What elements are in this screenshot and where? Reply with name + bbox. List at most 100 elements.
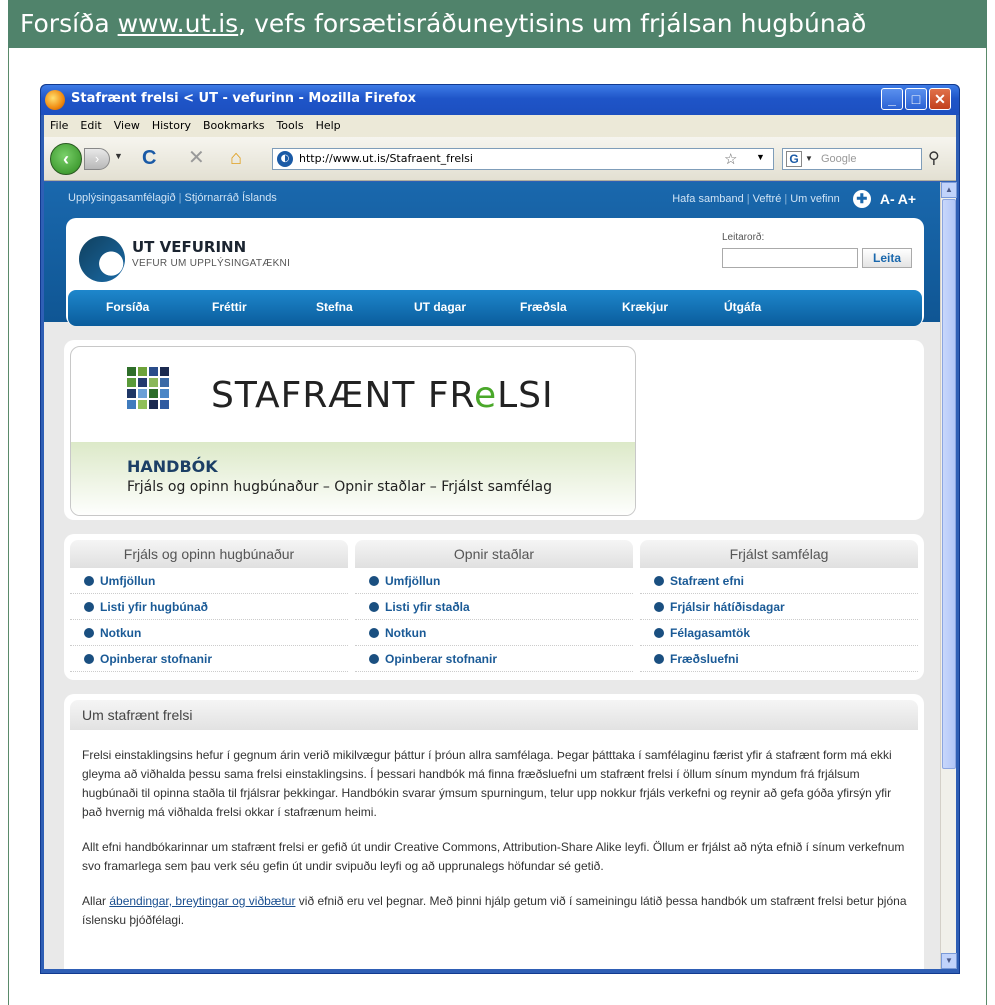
list-item[interactable]: Opinberar stofnanir (355, 646, 633, 672)
slide-title-url[interactable]: www.ut.is (118, 9, 239, 38)
close-button[interactable]: ✕ (929, 88, 951, 110)
handbook-subtitle: Frjáls og opinn hugbúnaður – Opnir staðl… (127, 479, 552, 495)
stafraent-frelsi-banner[interactable]: STAFRÆNT FReLSI HANDBÓK Frjáls og opinn … (70, 346, 636, 516)
back-button[interactable]: ‹ (50, 143, 82, 175)
nav-fraedsla[interactable]: Fræðsla (520, 300, 567, 314)
feedback-link[interactable]: ábendingar, breytingar og viðbætur (109, 894, 295, 908)
firefox-logo-icon (45, 90, 65, 110)
logo-subtitle: VEFUR UM UPPLÝSINGATÆKNI (132, 258, 291, 269)
site-search-button[interactable]: Leita (862, 248, 912, 268)
url-dropdown-icon[interactable]: ▼ (756, 152, 765, 162)
nav-utgafa[interactable]: Útgáfa (724, 300, 761, 314)
topbar-link-veftre[interactable]: Veftré (753, 193, 782, 205)
slide-title: Forsíða www.ut.is, vefs forsætisráðuneyt… (8, 0, 987, 48)
engine-dropdown-icon[interactable]: ▼ (805, 149, 813, 169)
banner-card: STAFRÆNT FReLSI HANDBÓK Frjáls og opinn … (64, 340, 924, 520)
site-header: UT VEFURINN VEFUR UM UPPLÝSINGATÆKNI Lei… (66, 218, 924, 326)
scroll-down-icon[interactable]: ▼ (941, 953, 957, 969)
column-heading: Frjálst samfélag (640, 540, 918, 568)
bullet-arrow-icon (369, 627, 379, 638)
menu-help[interactable]: Help (310, 115, 347, 132)
menu-tools[interactable]: Tools (270, 115, 309, 132)
forward-button[interactable]: › (84, 148, 110, 170)
menu-bookmarks[interactable]: Bookmarks (197, 115, 270, 132)
font-increase-button[interactable]: A+ (898, 191, 916, 207)
nav-frettir[interactable]: Fréttir (212, 300, 247, 314)
menu-edit[interactable]: Edit (74, 115, 107, 132)
scrollbar-thumb[interactable] (942, 199, 956, 769)
slide: Forsíða www.ut.is, vefs forsætisráðuneyt… (0, 0, 995, 1005)
bookmark-star-icon[interactable]: ☆ (724, 150, 737, 168)
column-heading: Opnir staðlar (355, 540, 633, 568)
stop-icon[interactable]: ✕ (188, 147, 205, 169)
list-item[interactable]: Frjálsir hátíðisdagar (640, 594, 918, 620)
search-bar[interactable]: G ▼ Google (782, 148, 922, 170)
about-paragraph-2: Allt efni handbókarinnar um stafrænt fre… (82, 840, 905, 873)
handbook-title: HANDBÓK (127, 457, 218, 476)
nav-stefna[interactable]: Stefna (316, 300, 353, 314)
list-item[interactable]: Listi yfir staðla (355, 594, 633, 620)
page-viewport: Upplýsingasamfélagið | Stjórnarráð Íslands… (44, 182, 940, 969)
history-dropdown-icon[interactable]: ▼ (114, 151, 123, 161)
about-paragraph-1: Frelsi einstaklingsins hefur í gegnum ár… (82, 748, 892, 819)
list-item[interactable]: Félagasamtök (640, 620, 918, 646)
nav-ut-dagar[interactable]: UT dagar (414, 300, 466, 314)
list-item[interactable]: Stafrænt efni (640, 568, 918, 594)
list-item[interactable]: Notkun (355, 620, 633, 646)
bullet-arrow-icon (654, 601, 664, 612)
list-item[interactable]: Opinberar stofnanir (70, 646, 348, 672)
home-icon[interactable]: ⌂ (230, 147, 242, 169)
nav-forsida[interactable]: Forsíða (106, 300, 149, 314)
bullet-arrow-icon (84, 627, 94, 638)
menu-file[interactable]: File (44, 115, 74, 132)
bullet-arrow-icon (654, 627, 664, 638)
topbar-link-upplysingasamfelagid[interactable]: Upplýsingasamfélagið (68, 192, 176, 204)
nav-kraekjur[interactable]: Krækjur (622, 300, 668, 314)
maximize-button[interactable]: □ (905, 88, 927, 110)
ut-logo-icon[interactable] (79, 236, 125, 282)
site-search-label: Leitarorð: (722, 232, 765, 243)
column-heading: Frjáls og opinn hugbúnaður (70, 540, 348, 568)
url-bar[interactable]: ◐ http://www.ut.is/Stafraent_frelsi (272, 148, 774, 170)
topics-card: Frjáls og opinn hugbúnaður Umfjöllun Lis… (64, 534, 924, 680)
topbar-link-hafa-samband[interactable]: Hafa samband (672, 193, 744, 205)
about-card: Um stafrænt frelsi Frelsi einstaklingsin… (64, 694, 924, 969)
banner-title: STAFRÆNT FReLSI (211, 375, 554, 416)
topic-column-stadlar: Opnir staðlar Umfjöllun Listi yfir staðl… (355, 540, 633, 676)
window-titlebar[interactable]: Stafrænt frelsi < UT - vefurinn - Mozill… (41, 85, 959, 115)
bullet-arrow-icon (654, 575, 664, 586)
menu-bar: File Edit View History Bookmarks Tools Help (44, 115, 956, 137)
list-item[interactable]: Fræðsluefni (640, 646, 918, 672)
bullet-arrow-icon (84, 601, 94, 612)
font-decrease-button[interactable]: A- (880, 191, 895, 207)
about-heading: Um stafrænt frelsi (70, 700, 918, 730)
list-item[interactable]: Listi yfir hugbúnað (70, 594, 348, 620)
window-title: Stafrænt frelsi < UT - vefurinn - Mozill… (71, 91, 417, 106)
search-placeholder: Google (821, 153, 857, 165)
topbar-link-um-vefinn[interactable]: Um vefinn (790, 193, 840, 205)
google-engine-icon[interactable]: G (786, 151, 802, 167)
topbar-link-stjornarrad[interactable]: Stjórnarráð Íslands (184, 192, 276, 204)
main-navigation: Forsíða Fréttir Stefna UT dagar Fræðsla … (68, 290, 922, 326)
topic-column-hugbunadur: Frjáls og opinn hugbúnaður Umfjöllun Lis… (70, 540, 348, 676)
list-item[interactable]: Umfjöllun (355, 568, 633, 594)
topic-column-samfelag: Frjálst samfélag Stafrænt efni Frjálsir … (640, 540, 918, 676)
logo-title[interactable]: UT VEFURINN (132, 238, 246, 256)
vertical-scrollbar[interactable]: ▲ ▼ (940, 182, 957, 969)
navigation-toolbar: ‹ › ▼ C ✕ ⌂ ◐ http://www.ut.is/Stafraent… (44, 137, 956, 181)
firefox-window: Stafrænt frelsi < UT - vefurinn - Mozill… (40, 84, 960, 974)
search-magnifier-icon[interactable]: ⚲ (928, 148, 940, 168)
bullet-arrow-icon (369, 575, 379, 586)
url-text: http://www.ut.is/Stafraent_frelsi (299, 152, 473, 165)
bullet-arrow-icon (84, 575, 94, 586)
minimize-button[interactable]: _ (881, 88, 903, 110)
site-favicon-icon: ◐ (277, 151, 293, 167)
reload-icon[interactable]: C (142, 147, 156, 169)
accessibility-icon[interactable]: ✚ (852, 190, 871, 208)
menu-history[interactable]: History (146, 115, 197, 132)
list-item[interactable]: Notkun (70, 620, 348, 646)
site-search-input[interactable] (722, 248, 858, 268)
scroll-up-icon[interactable]: ▲ (941, 182, 957, 198)
menu-view[interactable]: View (108, 115, 146, 132)
list-item[interactable]: Umfjöllun (70, 568, 348, 594)
